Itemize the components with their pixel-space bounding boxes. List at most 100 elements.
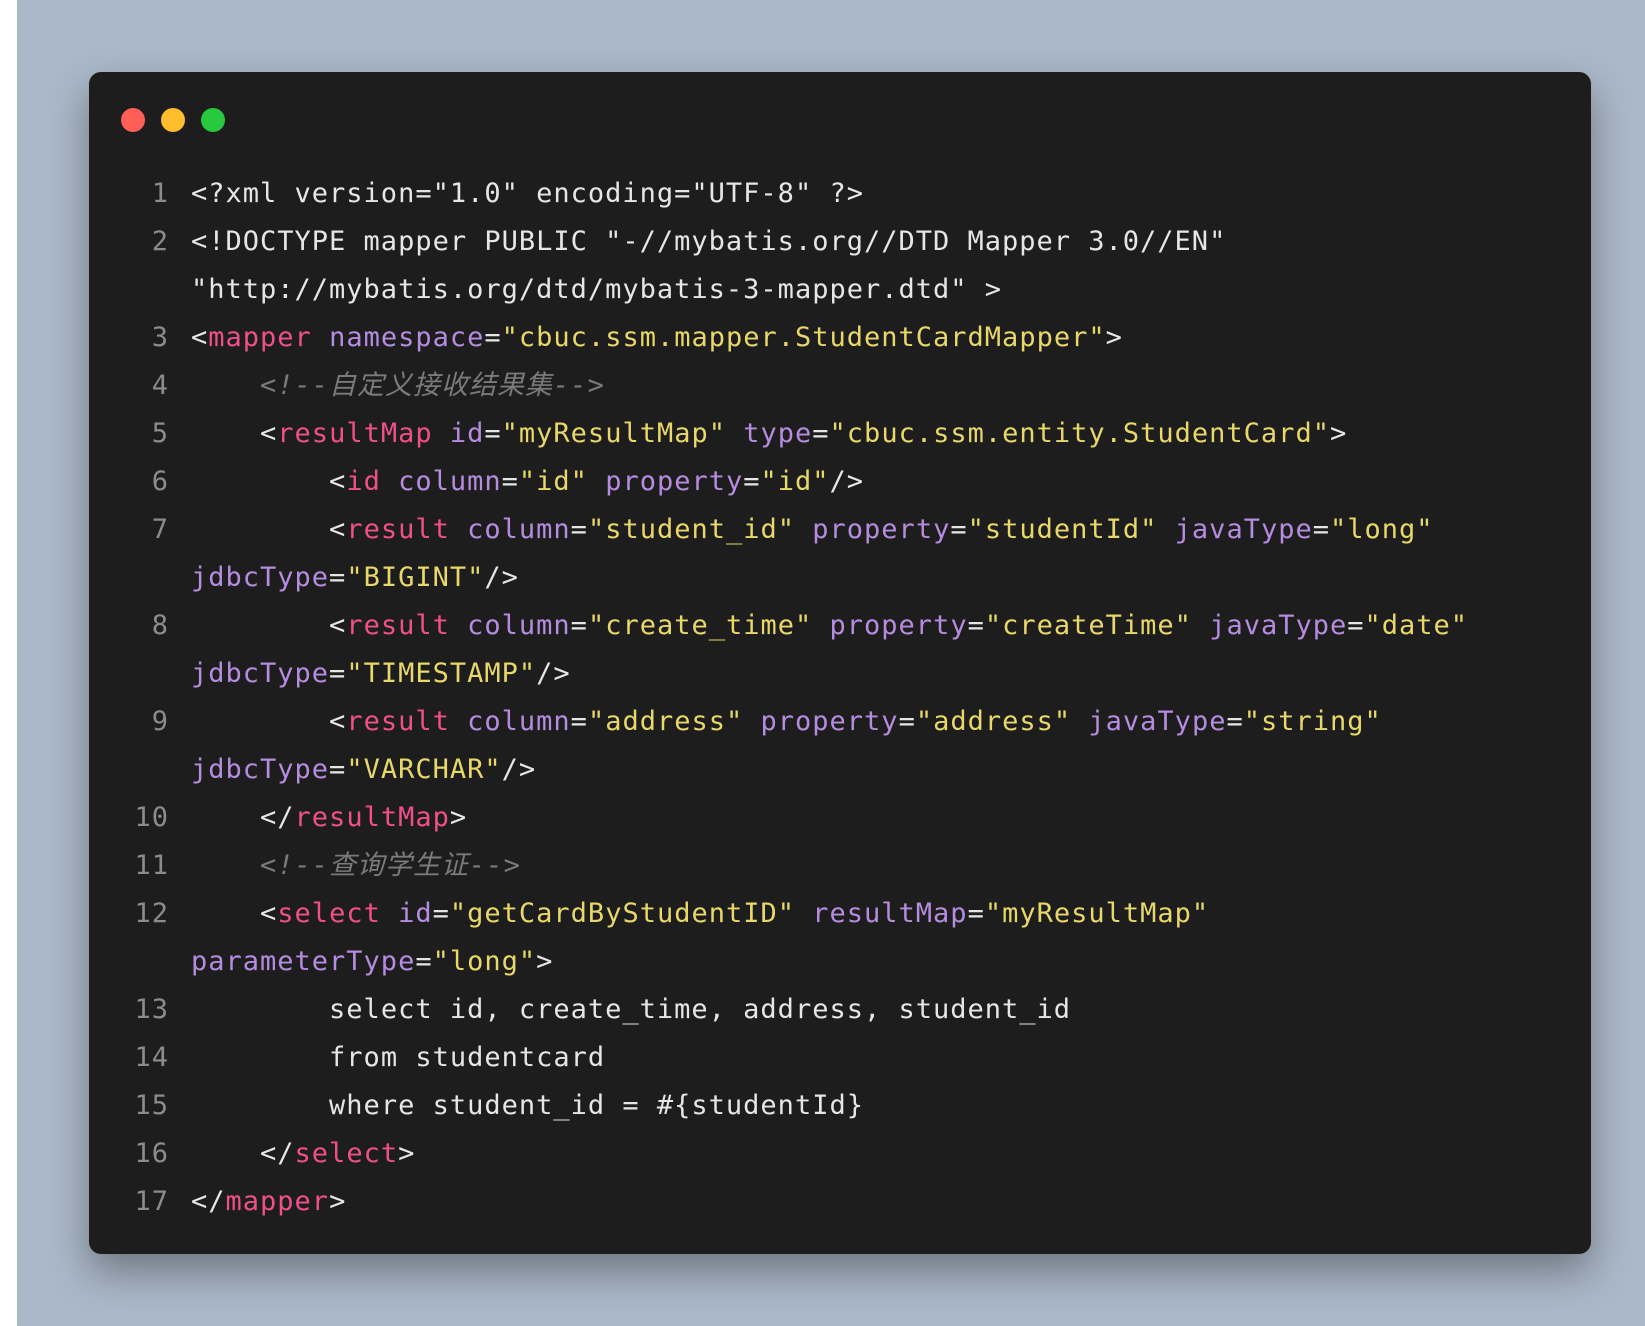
code-token: > (1105, 322, 1123, 353)
code-token: jdbcType (191, 754, 330, 785)
code-token: /> (501, 754, 537, 785)
code-token: < (191, 466, 347, 497)
line-content: <result column="create_time" property="c… (191, 602, 1571, 650)
line-number: 6 (151, 466, 169, 497)
code-token: = (1226, 706, 1244, 737)
line-content: <!--自定义接收结果集--> (191, 362, 1571, 410)
line-number: 4 (151, 370, 169, 401)
code-token: = (743, 466, 761, 497)
code-line: 17 </mapper> (89, 1178, 1591, 1226)
code-token: "createTime" (984, 610, 1192, 641)
code-token: = (570, 610, 588, 641)
code-token: select id, create_time, address, student… (191, 994, 1072, 1025)
code-token: where student_id = #{studentId} (191, 1090, 864, 1121)
line-number: 5 (151, 418, 169, 449)
code-line: 7 <result column="student_id" property="… (89, 506, 1591, 554)
line-content: <result column="student_id" property="st… (191, 506, 1571, 554)
code-token: type (743, 418, 813, 449)
code-token: = (432, 898, 450, 929)
code-token: "BIGINT" (346, 562, 485, 593)
line-content: <select id="getCardByStudentID" resultMa… (191, 890, 1571, 938)
code-line: 12 <select id="getCardByStudentID" resul… (89, 890, 1591, 938)
code-token: = (950, 514, 968, 545)
line-content-wrapped: jdbcType="VARCHAR"/> (191, 746, 536, 794)
line-content: </select> (191, 1130, 1571, 1178)
code-token: result (346, 514, 450, 545)
code-token: < (191, 418, 278, 449)
code-token: "VARCHAR" (346, 754, 502, 785)
line-content-wrapped: jdbcType="TIMESTAMP"/> (191, 650, 571, 698)
code-token: = (329, 754, 347, 785)
code-token: "address" (915, 706, 1072, 737)
line-number: 2 (151, 226, 169, 257)
code-token: = (501, 466, 519, 497)
line-number: 13 (134, 994, 169, 1025)
line-number: 7 (151, 514, 169, 545)
code-token: result (346, 610, 450, 641)
code-token: <!--自定义接收结果集--> (191, 370, 605, 401)
code-token: "myResultMap" (501, 418, 726, 449)
code-token: select (294, 1138, 399, 1169)
code-token: = (484, 322, 502, 353)
code-token: javaType (1174, 514, 1313, 545)
line-content: <id column="id" property="id"/> (191, 458, 1571, 506)
minimize-dot-icon[interactable] (161, 108, 185, 132)
line-number: 10 (134, 802, 169, 833)
code-token: < (191, 706, 347, 737)
code-token: = (570, 514, 588, 545)
code-line: 5 <resultMap id="myResultMap" type="cbuc… (89, 410, 1591, 458)
code-token: jdbcType (191, 562, 330, 593)
code-token: = (1347, 610, 1365, 641)
code-token: "create_time" (587, 610, 813, 641)
code-token: "date" (1364, 610, 1469, 641)
code-token: column (398, 466, 502, 497)
line-number: 12 (134, 898, 169, 929)
code-token: "long" (432, 946, 537, 977)
code-line: 6 <id column="id" property="id"/> (89, 458, 1591, 506)
line-content-wrapped: jdbcType="BIGINT"/> (191, 554, 519, 602)
code-token: /> (536, 658, 571, 689)
code-line: 11 <!--查询学生证--> (89, 842, 1591, 890)
line-number: 14 (134, 1042, 169, 1073)
code-token: "cbuc.ssm.mapper.StudentCardMapper" (501, 322, 1106, 353)
code-line: 3 <mapper namespace="cbuc.ssm.mapper.Stud… (89, 314, 1591, 362)
code-token: namespace (329, 322, 485, 353)
close-dot-icon[interactable] (121, 108, 145, 132)
code-token: /> (829, 466, 865, 497)
code-token: "student_id" (587, 514, 796, 545)
code-line: 13 select id, create_time, address, stud… (89, 986, 1591, 1034)
code-token: = (570, 706, 588, 737)
line-number: 8 (151, 610, 169, 641)
code-line-wrap: "http://mybatis.org/dtd/mybatis-3-mapper… (89, 266, 1591, 314)
code-token: </ (191, 1138, 295, 1169)
code-token: mapper (225, 1186, 330, 1217)
code-token: id (449, 418, 485, 449)
code-token: javaType (1088, 706, 1227, 737)
code-token: = (329, 658, 347, 689)
line-number: 16 (134, 1138, 169, 1169)
code-token: "studentId" (967, 514, 1158, 545)
line-content: select id, create_time, address, student… (191, 986, 1571, 1034)
code-line: 14 from studentcard (89, 1034, 1591, 1082)
code-token: "TIMESTAMP" (346, 658, 537, 689)
maximize-dot-icon[interactable] (201, 108, 225, 132)
line-content: <resultMap id="myResultMap" type="cbuc.s… (191, 410, 1571, 458)
code-token: </ (191, 1186, 226, 1217)
code-token: resultMap (277, 418, 433, 449)
code-token: > (1329, 418, 1348, 449)
code-token: < (191, 514, 347, 545)
code-line: 8 <result column="create_time" property=… (89, 602, 1591, 650)
code-line: 10 </resultMap> (89, 794, 1591, 842)
code-token: "string" (1243, 706, 1382, 737)
code-token: property (605, 466, 744, 497)
